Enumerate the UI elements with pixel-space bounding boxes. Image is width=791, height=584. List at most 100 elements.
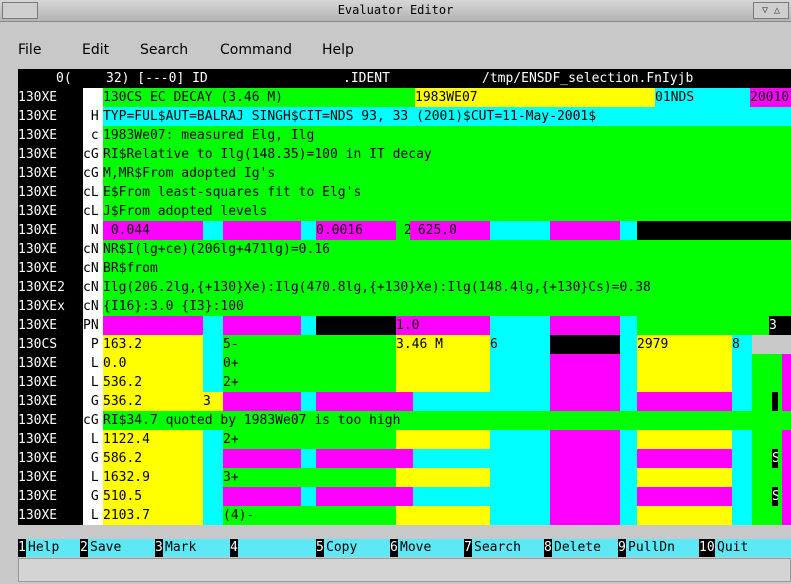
editor-field[interactable] [620,335,637,354]
editor-field[interactable]: 130XE [18,202,83,221]
editor-row[interactable]: 130XE G 510.5 S [18,487,791,506]
editor-field[interactable] [396,430,490,449]
editor-field[interactable]: 130XE [18,164,83,183]
editor-field[interactable] [203,506,223,525]
editor-field[interactable] [620,449,637,468]
editor-field[interactable] [316,316,396,335]
editor-field[interactable] [637,392,732,411]
editor-row[interactable]: 130XE L 2103.7 (4)- [18,506,791,525]
function-key-save[interactable]: Save [90,539,121,557]
editor-field[interactable] [782,373,791,392]
editor-field[interactable]: cL [83,202,103,221]
editor-field[interactable] [620,487,637,506]
editor-field[interactable]: E$From least-squares fit to Elg's [103,183,791,202]
editor-field[interactable] [223,449,301,468]
editor-field[interactable] [637,316,769,335]
menu-search[interactable]: Search [140,42,188,58]
menu-edit[interactable]: Edit [82,42,109,58]
editor-field[interactable] [103,316,203,335]
editor-field[interactable]: cG [83,164,103,183]
editor-field[interactable]: 130XE [18,373,83,392]
editor-field[interactable]: 2+ [223,430,396,449]
editor-field[interactable]: cL [83,183,103,202]
editor-field[interactable]: 1632.9 [103,468,203,487]
editor-field[interactable] [396,468,490,487]
editor-field[interactable] [396,354,490,373]
editor-field[interactable] [490,468,550,487]
editor-field[interactable]: 130XE [18,430,83,449]
editor-field[interactable] [550,430,620,449]
editor-field[interactable]: TYP=FUL$AUT=BALRAJ SINGH$CIT=NDS 93, 33 … [103,107,791,126]
editor-field[interactable] [732,430,752,449]
editor-field[interactable] [490,487,550,506]
editor-field[interactable] [490,392,550,411]
editor-field[interactable]: 5- [223,335,396,354]
editor-field[interactable] [301,392,316,411]
editor-field[interactable]: 130XE [18,487,83,506]
editor-row[interactable]: 130XEx cN {I16}:3.0 {I3}:100 [18,297,791,316]
editor-field[interactable]: 130XE [18,88,83,107]
editor-field[interactable] [203,221,223,240]
editor-field[interactable] [203,373,223,392]
function-key-copy[interactable]: Copy [326,539,357,557]
editor-row[interactable]: 130XE L 0.0 0+ [18,354,791,373]
editor-field[interactable] [490,316,550,335]
editor-field[interactable] [732,354,752,373]
editor-field[interactable] [620,373,637,392]
editor-field[interactable] [490,354,550,373]
editor-field[interactable]: RI$Relative to Ilg(148.35)=100 in IT dec… [103,145,791,164]
function-key-move[interactable]: Move [400,539,431,557]
editor-field[interactable] [620,430,637,449]
editor-row[interactable]: 130XE c 1983We07: measured Elg, Ilg [18,126,791,145]
editor-field[interactable]: 2103.7 [103,506,203,525]
editor-field[interactable] [490,506,550,525]
editor-field[interactable]: G [83,487,103,506]
editor-row[interactable]: 130XE G 586.2 S [18,449,791,468]
editor-field[interactable] [396,506,490,525]
editor-field[interactable] [550,354,620,373]
editor-field[interactable] [203,449,223,468]
editor-field[interactable] [550,468,620,487]
editor-field[interactable] [732,449,752,468]
editor-field[interactable] [782,506,791,525]
editor-field[interactable] [83,88,103,107]
editor-field[interactable] [550,506,620,525]
editor-field[interactable]: 1983We07: measured Elg, Ilg [103,126,791,145]
editor-row[interactable]: 130XE cN NR$I(lg+ce)(206lg+471lg)=0.16 [18,240,791,259]
record-grid[interactable]: 0(32) [---0] ID .IDENT/tmp/ENSDF_selectio… [18,69,791,541]
editor-field[interactable]: L [83,354,103,373]
editor-field[interactable]: 130XE [18,145,83,164]
function-key-delete[interactable]: Delete [554,539,601,557]
editor-field[interactable] [620,468,637,487]
editor-field[interactable]: H [83,107,103,126]
editor-row[interactable]: 130XE G 536.2 3 [18,392,791,411]
editor-field[interactable] [782,430,791,449]
editor-row[interactable]: 130XE cL E$From least-squares fit to Elg's [18,183,791,202]
editor-field[interactable]: 130XE [18,221,83,240]
editor-field[interactable] [782,392,791,411]
editor-field[interactable] [490,373,550,392]
editor-field[interactable] [620,354,637,373]
editor-field[interactable] [223,221,301,240]
editor-field[interactable]: 130XE [18,259,83,278]
editor-field[interactable] [550,373,620,392]
editor-field[interactable] [223,316,301,335]
editor-field[interactable] [732,373,752,392]
editor-field[interactable]: 130XE [18,107,83,126]
editor-row[interactable]: 130XE L 536.2 2+ [18,373,791,392]
editor-row[interactable]: 130CS P 163.2 5- 3.46 M 6 2979 8 [18,335,791,354]
function-key-mark[interactable]: Mark [165,539,196,557]
editor-field[interactable]: J$From adopted levels [103,202,791,221]
editor-field[interactable]: 3 [769,316,791,335]
editor-field[interactable]: /tmp/ENSDF_selection.FnIyjb [482,69,782,88]
editor-field[interactable] [782,449,791,468]
editor-field[interactable]: 163.2 [103,335,203,354]
editor-field[interactable]: cN [83,297,103,316]
editor-field[interactable]: G [83,449,103,468]
editor-field[interactable] [301,487,316,506]
editor-field[interactable]: 8 [732,335,752,354]
editor-field[interactable]: N [83,221,103,240]
editor-field[interactable] [620,221,637,240]
editor-field[interactable]: 0.044 [103,221,203,240]
editor-field[interactable]: RI$34.7 quoted by 1983We07 is too high [103,411,791,430]
